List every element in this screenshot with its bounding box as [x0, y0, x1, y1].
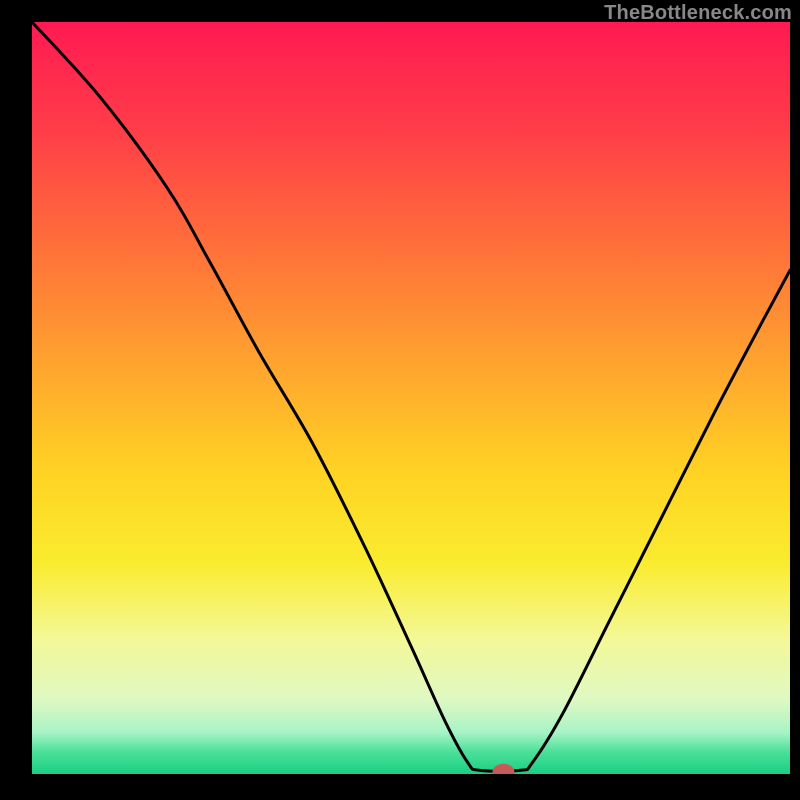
plot-background [32, 22, 790, 774]
bottleneck-chart [32, 22, 790, 774]
chart-container: TheBottleneck.com [0, 0, 800, 800]
plot-frame [32, 22, 790, 774]
